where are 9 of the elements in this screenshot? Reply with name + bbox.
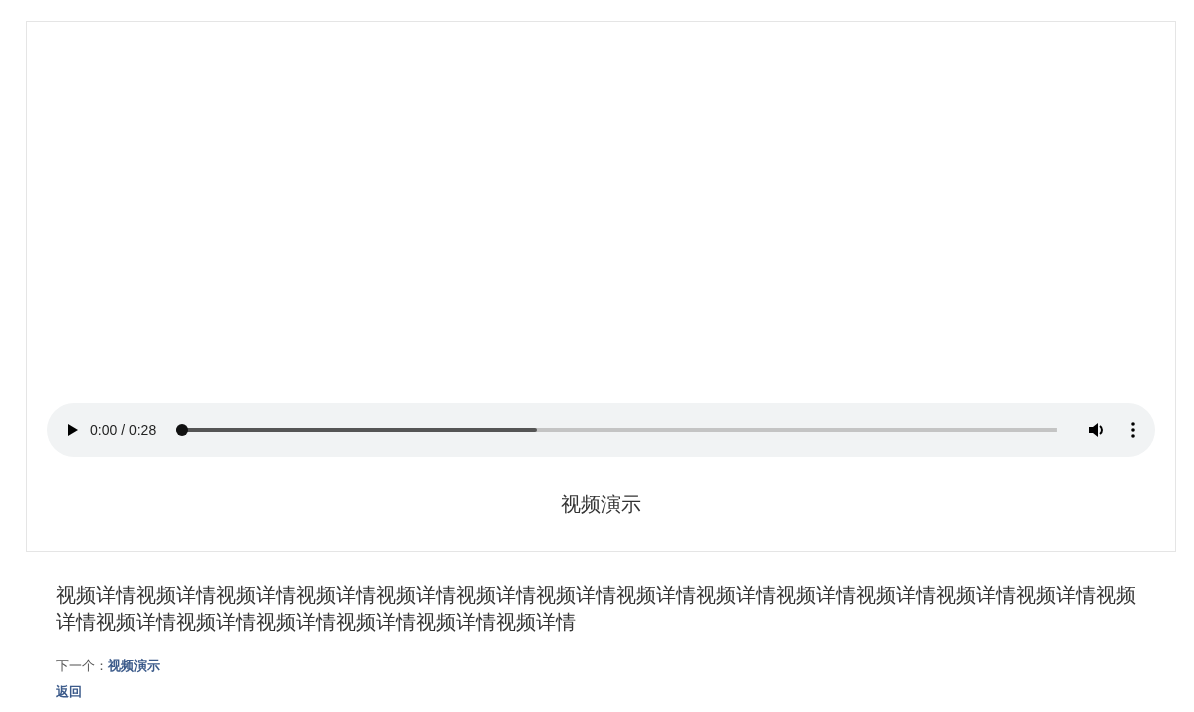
- play-icon[interactable]: [67, 424, 78, 436]
- more-options-icon[interactable]: [1131, 422, 1135, 438]
- video-caption: 视频演示: [561, 492, 641, 517]
- next-label: 下一个：: [56, 657, 108, 675]
- back-link[interactable]: 返回: [56, 683, 82, 699]
- video-description: 视频详情视频详情视频详情视频详情视频详情视频详情视频详情视频详情视频详情视频详情视频详情视频详情视频详情视频详情视频详情视频详情视频详情视频详情视频详情视频详情: [56, 583, 1137, 635]
- time-display: 0:00 / 0:28: [90, 420, 157, 440]
- next-link[interactable]: 视频演示: [108, 656, 160, 676]
- progress-thumb[interactable]: [176, 424, 189, 436]
